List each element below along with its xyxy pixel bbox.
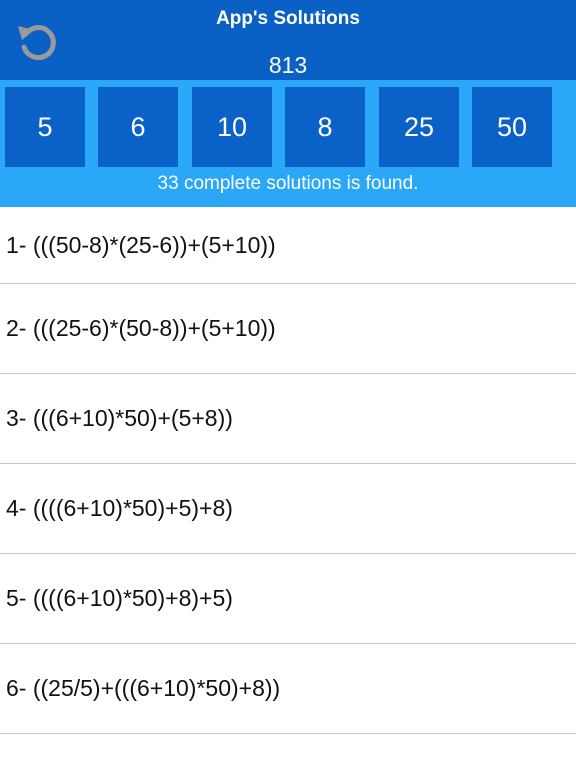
solutions-list[interactable]: 1- (((50-8)*(25-6))+(5+10)) 2- (((25-6)*… xyxy=(0,207,576,768)
numbers-panel: 5 6 10 8 25 50 33 complete solutions is … xyxy=(0,80,576,207)
page-title: App's Solutions xyxy=(216,8,360,29)
number-tile: 8 xyxy=(285,87,365,167)
list-item[interactable]: 1- (((50-8)*(25-6))+(5+10)) xyxy=(0,207,576,284)
number-tile: 10 xyxy=(192,87,272,167)
status-text: 33 complete solutions is found. xyxy=(157,173,419,194)
number-tile: 50 xyxy=(472,87,552,167)
list-item[interactable]: 3- (((6+10)*50)+(5+8)) xyxy=(0,374,576,464)
number-tile: 25 xyxy=(379,87,459,167)
list-item[interactable]: 4- ((((6+10)*50)+5)+8) xyxy=(0,464,576,554)
number-tile: 5 xyxy=(5,87,85,167)
list-item[interactable]: 5- ((((6+10)*50)+8)+5) xyxy=(0,554,576,644)
target-number: 813 xyxy=(268,52,308,78)
list-item[interactable]: 2- (((25-6)*(50-8))+(5+10)) xyxy=(0,284,576,374)
number-tile: 6 xyxy=(98,87,178,167)
list-item[interactable]: 6- ((25/5)+(((6+10)*50)+8)) xyxy=(0,644,576,734)
header-bar: App's Solutions 813 xyxy=(0,0,576,80)
